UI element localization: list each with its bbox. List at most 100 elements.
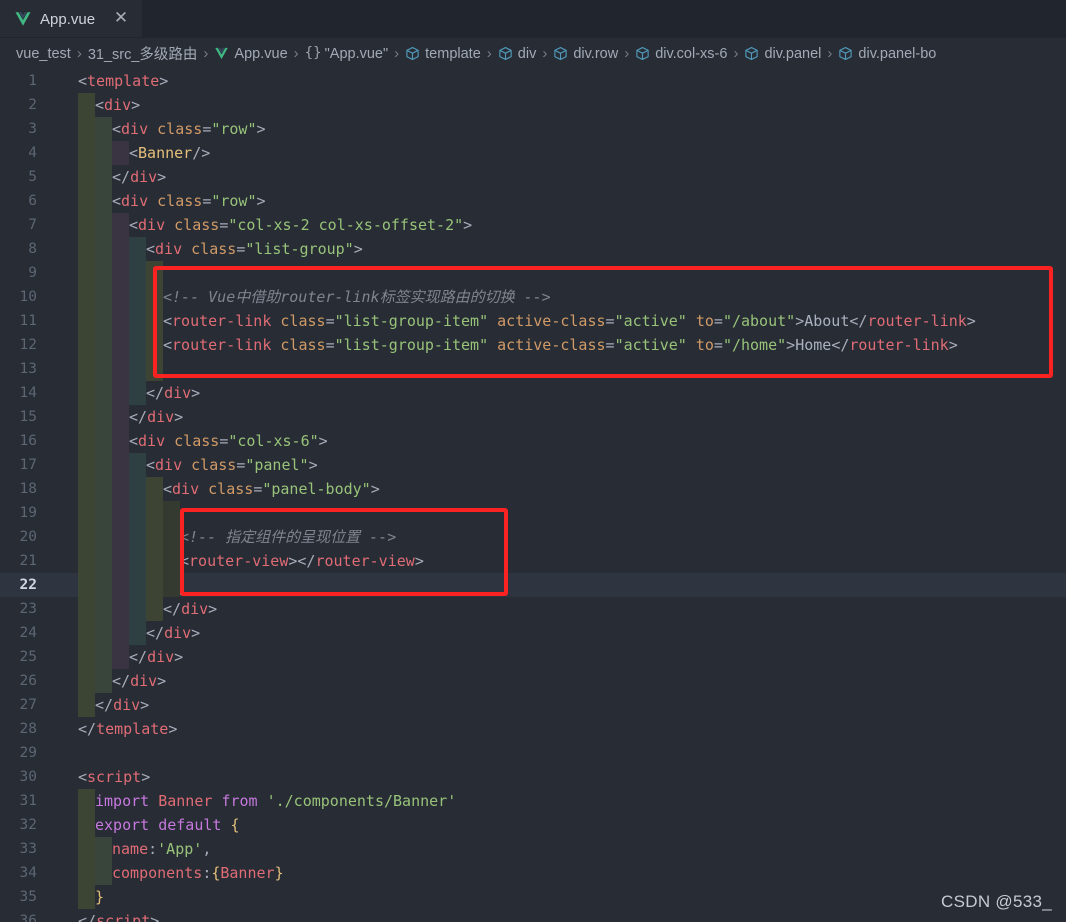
breadcrumb-item-template[interactable]: template	[405, 46, 481, 62]
code-token: "row"	[211, 120, 257, 138]
breadcrumb-item-app-vue[interactable]: App.vue	[214, 46, 288, 62]
line-number: 9	[28, 265, 37, 281]
code-line[interactable]: 24 </div>	[0, 621, 1066, 645]
code-line[interactable]: 31 import Banner from './components/Banne…	[0, 789, 1066, 813]
close-icon[interactable]: ✕	[112, 9, 130, 28]
code-line[interactable]: 28 </template>	[0, 717, 1066, 741]
tab-app-vue[interactable]: App.vue ✕	[0, 0, 142, 37]
code-line[interactable]: 20 <!-- 指定组件的呈现位置 -->	[0, 525, 1066, 549]
code-token: :	[202, 864, 212, 882]
code-line[interactable]: 11 <router-link class="list-group-item" a…	[0, 309, 1066, 333]
code-token: div	[147, 408, 175, 426]
code-line[interactable]: 17 <div class="panel">	[0, 453, 1066, 477]
code-token: "panel"	[245, 456, 309, 474]
code-line[interactable]: 14 </div>	[0, 381, 1066, 405]
breadcrumb-item-label: template	[425, 45, 481, 62]
breadcrumb-item-div-row[interactable]: div.row	[553, 46, 618, 62]
code-line[interactable]: 36 </script>	[0, 909, 1066, 922]
breadcrumb-item-div-panel-bo[interactable]: div.panel-bo	[838, 46, 936, 62]
code-line[interactable]: 26 </div>	[0, 669, 1066, 693]
code-token: class	[191, 240, 237, 258]
line-number: 12	[19, 337, 37, 353]
code-token: div	[181, 600, 209, 618]
code-line[interactable]: 16 <div class="col-xs-6">	[0, 429, 1066, 453]
code-line[interactable]: 23 </div>	[0, 597, 1066, 621]
breadcrumb-separator: ›	[394, 45, 400, 62]
code-editor[interactable]: 1 <template> 2 <div> 3 <div class="row"> 4 <Ban…	[0, 69, 1066, 922]
indent-guide	[163, 525, 180, 549]
line-number: 28	[19, 721, 37, 737]
indent-guide	[112, 405, 129, 429]
code-token: =	[713, 336, 723, 354]
code-line[interactable]: 1 <template>	[0, 69, 1066, 93]
code-token: components	[112, 864, 203, 882]
indent-guide	[95, 381, 112, 405]
code-token: div	[130, 168, 158, 186]
code-line[interactable]: 34 components:{Banner}	[0, 861, 1066, 885]
code-content: <div class="col-xs-2 col-xs-offset-2">	[46, 213, 1066, 237]
breadcrumb-item-31-src-[interactable]: 31_src_多级路由	[88, 43, 198, 64]
code-line[interactable]: 25 </div>	[0, 645, 1066, 669]
code-line[interactable]: 19	[0, 501, 1066, 525]
indent-guide	[95, 237, 112, 261]
line-number: 21	[19, 553, 37, 569]
indent-guides	[78, 405, 129, 429]
code-line[interactable]: 27 </div>	[0, 693, 1066, 717]
code-line[interactable]: 22	[0, 573, 1066, 597]
code-line[interactable]: 13	[0, 357, 1066, 381]
code-token: active-class	[497, 336, 606, 354]
breadcrumb-item-vue-test[interactable]: vue_test	[16, 46, 71, 62]
code-text: <div class="panel-body">	[163, 477, 380, 501]
code-token: =	[236, 240, 246, 258]
code-line[interactable]: 29	[0, 741, 1066, 765]
code-line[interactable]: 3 <div class="row">	[0, 117, 1066, 141]
code-line[interactable]: 2 <div>	[0, 93, 1066, 117]
code-token: >	[191, 624, 201, 642]
code-line[interactable]: 6 <div class="row">	[0, 189, 1066, 213]
code-line[interactable]: 10 <!-- Vue中借助router-link标签实现路由的切换 -->	[0, 285, 1066, 309]
indent-guide	[78, 429, 95, 453]
code-token: div	[138, 216, 166, 234]
code-content: <div class="list-group">	[46, 237, 1066, 261]
code-content	[46, 741, 1066, 765]
code-content: }	[46, 885, 1066, 909]
code-content	[46, 501, 1066, 525]
code-line[interactable]: 4 <Banner/>	[0, 141, 1066, 165]
breadcrumb-item--app-vue-[interactable]: {} "App.vue"	[305, 46, 389, 62]
code-line[interactable]: 7 <div class="col-xs-2 col-xs-offset-2">	[0, 213, 1066, 237]
code-line[interactable]: 30 <script>	[0, 765, 1066, 789]
code-text: <router-view></router-view>	[180, 549, 424, 573]
code-line[interactable]: 9	[0, 261, 1066, 285]
code-token: <	[163, 480, 173, 498]
code-token: from	[221, 792, 258, 810]
code-text: }	[95, 885, 104, 909]
breadcrumb-item-div-col-xs-6[interactable]: div.col-xs-6	[635, 46, 727, 62]
code-token: =	[219, 216, 229, 234]
code-line[interactable]: 8 <div class="list-group">	[0, 237, 1066, 261]
code-line[interactable]: 5 </div>	[0, 165, 1066, 189]
code-content: <div class="row">	[46, 189, 1066, 213]
indent-guides	[78, 669, 112, 693]
code-token: <	[129, 144, 139, 162]
line-number: 26	[19, 673, 37, 689]
breadcrumb-item-div[interactable]: div	[498, 46, 536, 62]
code-line[interactable]: 15 </div>	[0, 405, 1066, 429]
code-token: div	[155, 456, 183, 474]
breadcrumb-item-div-panel[interactable]: div.panel	[744, 46, 821, 62]
code-line[interactable]: 21 <router-view></router-view>	[0, 549, 1066, 573]
indent-guide	[78, 813, 95, 837]
indent-guide	[163, 573, 180, 597]
code-line[interactable]: 18 <div class="panel-body">	[0, 477, 1066, 501]
indent-guide	[95, 357, 112, 381]
code-line[interactable]: 33 name:'App',	[0, 837, 1066, 861]
code-line[interactable]: 35}	[0, 885, 1066, 909]
code-token: <	[78, 768, 88, 786]
indent-guide	[112, 213, 129, 237]
indent-guide	[146, 525, 163, 549]
indent-guide	[95, 333, 112, 357]
indent-guide	[78, 669, 95, 693]
code-line[interactable]: 12 <router-link class="list-group-item" a…	[0, 333, 1066, 357]
code-line[interactable]: 32 export default {	[0, 813, 1066, 837]
indent-guide	[78, 141, 95, 165]
code-content	[46, 357, 1066, 381]
